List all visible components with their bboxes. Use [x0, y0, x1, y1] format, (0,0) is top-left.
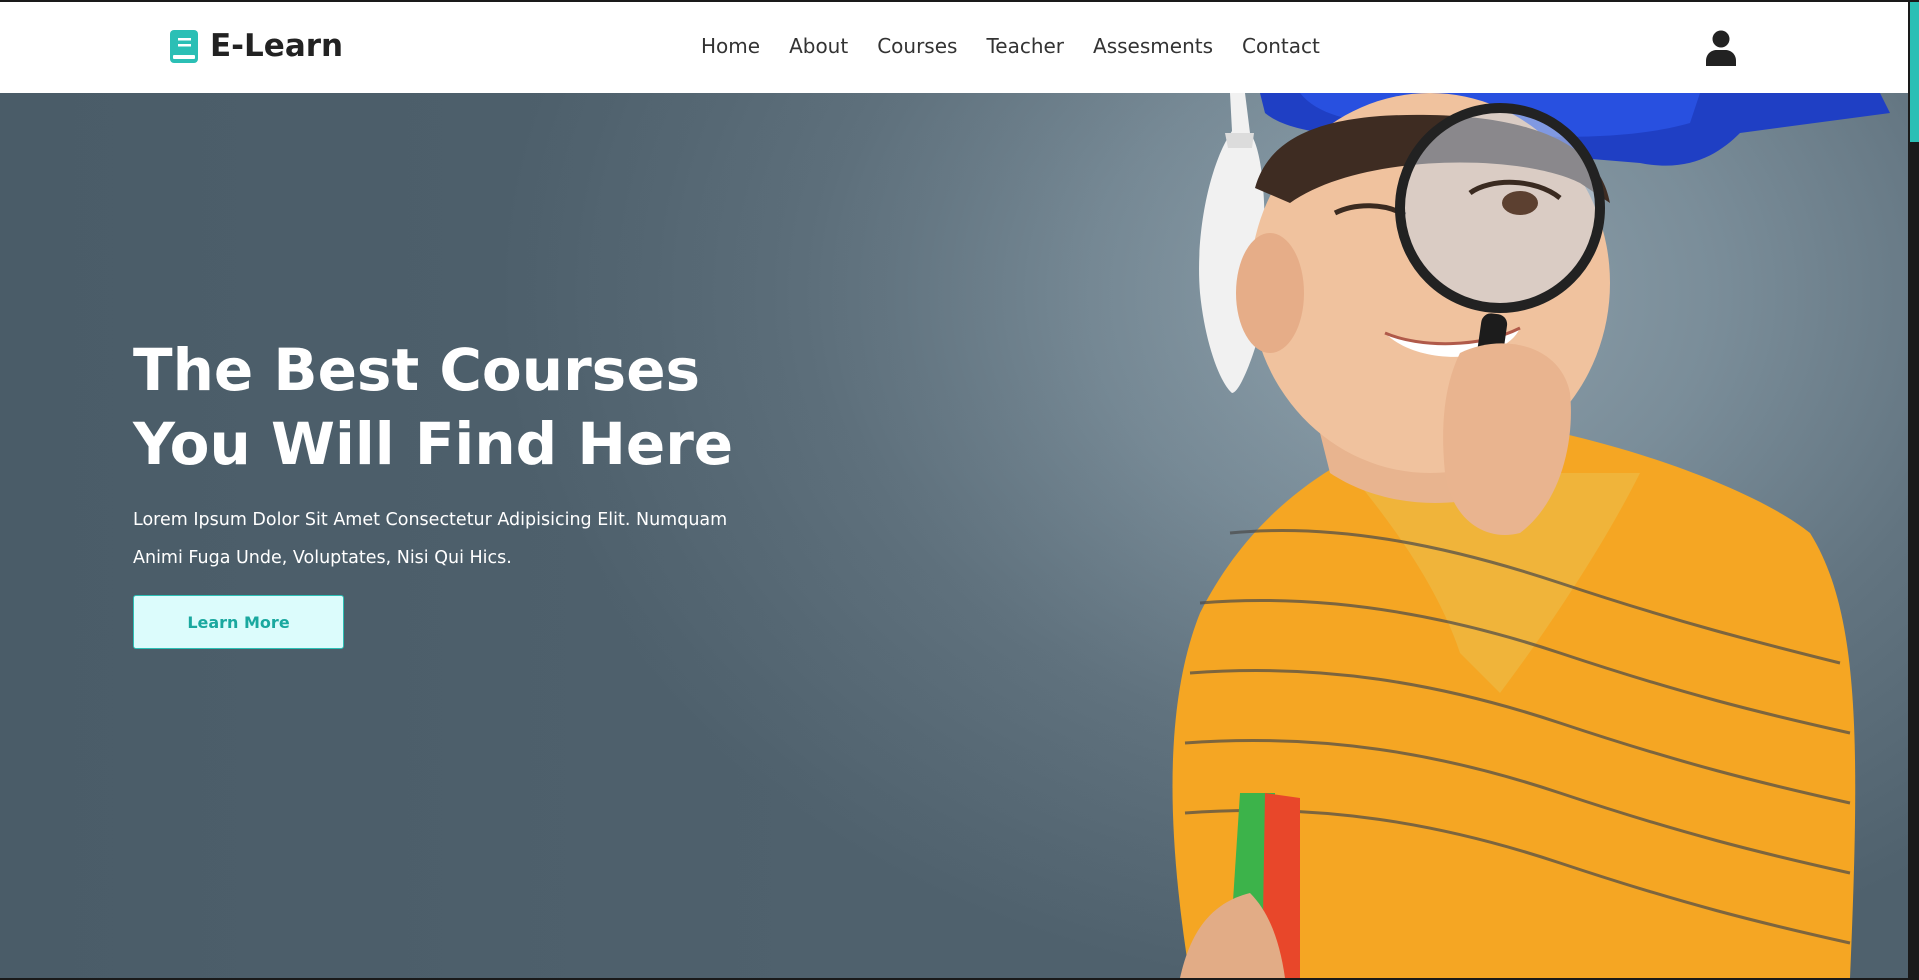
hero-title-line-1: The Best Courses: [133, 336, 701, 404]
hero-section: The Best Courses You Will Find Here Lore…: [0, 93, 1908, 978]
hero-title-line-2: You Will Find Here: [133, 410, 734, 478]
hero-description-line-1: Lorem Ipsum Dolor Sit Amet Consectetur A…: [133, 510, 728, 530]
hero-description-line-2: Animi Fuga Unde, Voluptates, Nisi Qui Hi…: [133, 548, 512, 568]
main-nav: Home About Courses Teacher Assesments Co…: [701, 34, 1320, 58]
nav-home[interactable]: Home: [701, 34, 760, 58]
nav-courses[interactable]: Courses: [877, 34, 957, 58]
scrollbar-thumb[interactable]: [1910, 2, 1919, 142]
brand-logo[interactable]: E-Learn: [170, 28, 343, 64]
brand-name: E-Learn: [210, 28, 344, 64]
scrollbar-track[interactable]: [1908, 0, 1919, 980]
nav-teacher[interactable]: Teacher: [986, 34, 1064, 58]
hero-title: The Best Courses You Will Find Here: [133, 333, 773, 481]
nav-contact[interactable]: Contact: [1242, 34, 1320, 58]
site-header: E-Learn Home About Courses Teacher Asses…: [0, 2, 1908, 93]
hero-image: [1172, 93, 1890, 978]
learn-more-button[interactable]: Learn More: [133, 595, 344, 649]
hero-description: Lorem Ipsum Dolor Sit Amet Consectetur A…: [133, 501, 753, 577]
page-viewport: E-Learn Home About Courses Teacher Asses…: [0, 2, 1908, 978]
hero-text-block: The Best Courses You Will Find Here Lore…: [133, 333, 773, 577]
nav-assessments[interactable]: Assesments: [1093, 34, 1213, 58]
user-icon[interactable]: [1706, 30, 1736, 66]
book-icon: [170, 29, 198, 63]
nav-about[interactable]: About: [789, 34, 848, 58]
